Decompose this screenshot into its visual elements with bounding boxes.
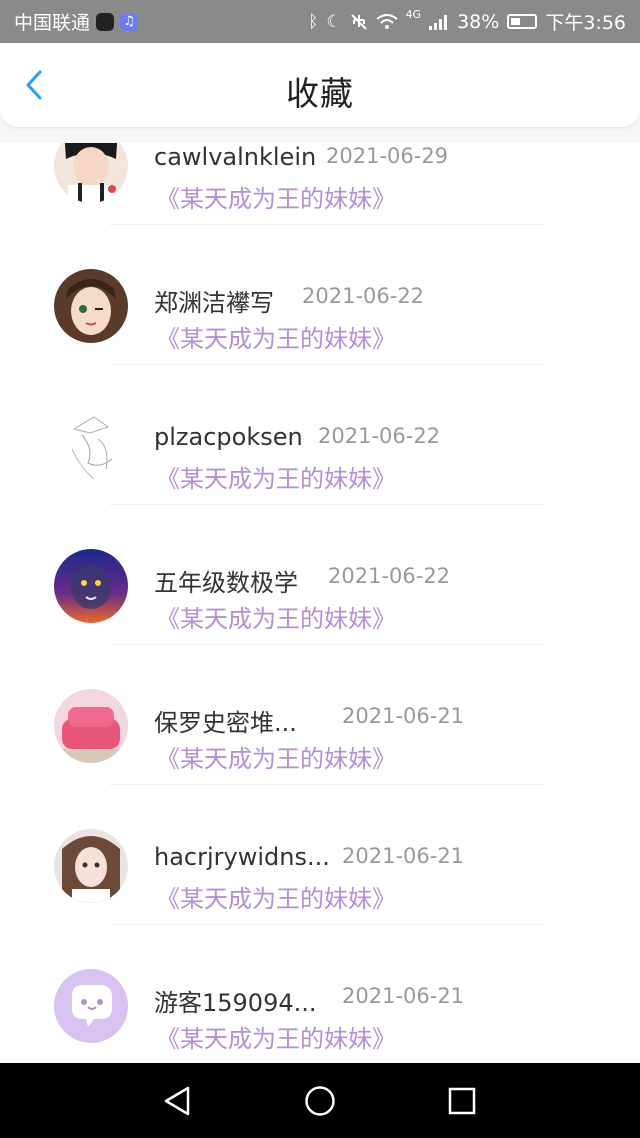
list-item[interactable]: 五年级数极学 2021-06-22 《某天成为王的妹妹》 bbox=[0, 493, 640, 645]
system-nav-bar bbox=[0, 1063, 640, 1138]
user-name: 保罗史密堆... bbox=[154, 709, 297, 737]
list-item[interactable]: hacrjrywidns... 2021-06-21 《某天成为王的妹妹》 bbox=[0, 773, 640, 925]
nav-recents-button[interactable] bbox=[442, 1081, 482, 1121]
book-title[interactable]: 《某天成为王的妹妹》 bbox=[156, 459, 396, 494]
header: 收藏 bbox=[0, 43, 640, 127]
music-app-icon: ♫ bbox=[120, 12, 139, 31]
book-title[interactable]: 《某天成为王的妹妹》 bbox=[156, 879, 396, 914]
avatar[interactable] bbox=[54, 409, 128, 483]
user-name: plzacpoksen bbox=[154, 423, 303, 451]
user-name: hacrjrywidns... bbox=[154, 843, 330, 871]
favorite-date: 2021-06-21 bbox=[342, 984, 465, 1008]
status-bar: 中国联通 ♫ ᛒ ☾ 4G 38% 下午3:56 bbox=[0, 0, 640, 43]
favorite-date: 2021-06-21 bbox=[342, 704, 465, 728]
avatar[interactable] bbox=[54, 829, 128, 903]
avatar[interactable] bbox=[54, 969, 128, 1043]
list-item[interactable]: 游客159094... 2021-06-21 《某天成为王的妹妹》 bbox=[0, 913, 640, 1053]
list-item[interactable]: cawlvalnklein 2021-06-29 《某天成为王的妹妹》 bbox=[0, 143, 640, 225]
back-triangle-icon bbox=[164, 1086, 190, 1116]
battery-percent: 38% bbox=[457, 10, 500, 33]
avatar[interactable] bbox=[54, 689, 128, 763]
favorite-date: 2021-06-22 bbox=[302, 284, 425, 308]
favorites-list[interactable]: cawlvalnklein 2021-06-29 《某天成为王的妹妹》 郑渊洁襻… bbox=[0, 143, 640, 1063]
user-name: 游客159094... bbox=[154, 989, 317, 1017]
tiktok-icon bbox=[96, 12, 115, 31]
nav-home-button[interactable] bbox=[300, 1081, 340, 1121]
page-title: 收藏 bbox=[286, 74, 354, 113]
mute-icon bbox=[350, 13, 367, 30]
book-title[interactable]: 《某天成为王的妹妹》 bbox=[156, 319, 396, 354]
avatar[interactable] bbox=[54, 269, 128, 343]
bluetooth-icon: ᛒ bbox=[308, 11, 319, 32]
favorite-date: 2021-06-22 bbox=[318, 424, 441, 448]
wifi-icon bbox=[375, 13, 398, 29]
favorite-date: 2021-06-29 bbox=[326, 144, 449, 168]
list-item[interactable]: 郑渊洁襻写 2021-06-22 《某天成为王的妹妹》 bbox=[0, 213, 640, 365]
user-name: 五年级数极学 bbox=[154, 569, 298, 597]
signal-icon bbox=[429, 14, 448, 30]
user-name: cawlvalnklein bbox=[154, 143, 317, 171]
favorite-date: 2021-06-21 bbox=[342, 844, 465, 868]
list-item[interactable]: 保罗史密堆... 2021-06-21 《某天成为王的妹妹》 bbox=[0, 633, 640, 785]
battery-icon bbox=[507, 14, 538, 29]
book-title[interactable]: 《某天成为王的妹妹》 bbox=[156, 1019, 396, 1054]
home-circle-icon bbox=[305, 1086, 335, 1116]
recents-square-icon bbox=[448, 1087, 476, 1115]
user-name: 郑渊洁襻写 bbox=[154, 289, 274, 317]
avatar[interactable] bbox=[54, 143, 128, 203]
book-title[interactable]: 《某天成为王的妹妹》 bbox=[156, 179, 396, 214]
avatar[interactable] bbox=[54, 549, 128, 623]
nav-back-button[interactable] bbox=[158, 1081, 198, 1121]
list-item[interactable]: plzacpoksen 2021-06-22 《某天成为王的妹妹》 bbox=[0, 353, 640, 505]
book-title[interactable]: 《某天成为王的妹妹》 bbox=[156, 739, 396, 774]
clock: 下午3:56 bbox=[545, 12, 626, 34]
carrier-label: 中国联通 bbox=[14, 12, 91, 34]
favorite-date: 2021-06-22 bbox=[328, 564, 451, 588]
network-type: 4G bbox=[405, 8, 422, 21]
moon-icon: ☾ bbox=[326, 11, 342, 32]
book-title[interactable]: 《某天成为王的妹妹》 bbox=[156, 599, 396, 634]
